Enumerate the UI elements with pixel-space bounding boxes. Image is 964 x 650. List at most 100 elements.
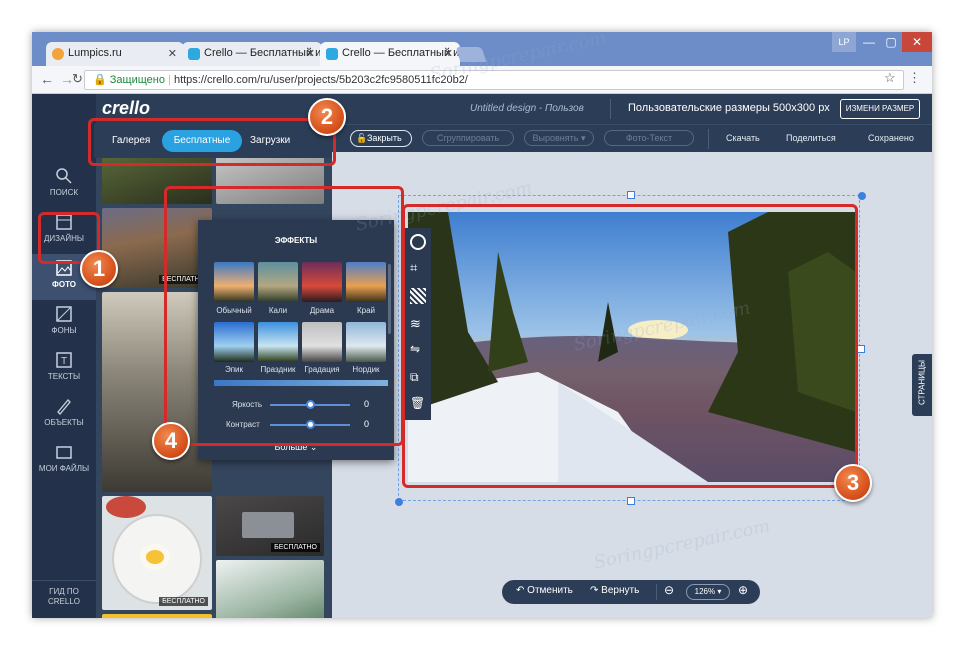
close-tab-icon[interactable]: ✕: [306, 47, 315, 60]
photo-thumb-yellow[interactable]: [102, 614, 212, 618]
tab-title: Crello — Бесплатный ин: [204, 47, 322, 59]
pages-tab[interactable]: СТРАНИЦЫ: [912, 354, 932, 416]
tab-title: Crello — Бесплатный ин: [342, 47, 460, 59]
filter-icon[interactable]: [410, 234, 426, 250]
filter-drama[interactable]: [302, 262, 342, 302]
copy-icon[interactable]: ⧉: [410, 370, 426, 386]
close-tab-icon[interactable]: ✕: [168, 47, 177, 60]
layers-icon[interactable]: ≋: [410, 316, 426, 332]
zoom-out-icon[interactable]: ⊖: [664, 583, 674, 597]
filter-label: Эпик: [224, 365, 244, 374]
filter-normal[interactable]: [214, 262, 254, 302]
step-badge-3: 3: [834, 464, 872, 502]
filter-label: Праздник: [260, 365, 296, 374]
rail-label: ТЕКСТЫ: [47, 372, 81, 381]
rail-item-my-files[interactable]: МОИ ФАЙЛЫ: [32, 438, 96, 484]
rotate-handle[interactable]: [395, 498, 403, 506]
filter-edge[interactable]: [346, 262, 386, 302]
zoom-in-icon[interactable]: ⊕: [738, 583, 748, 597]
close-tab-icon[interactable]: ✕: [444, 47, 453, 60]
crello-logo[interactable]: crello: [102, 98, 150, 119]
crello-favicon-icon: [326, 48, 338, 60]
step-badge-1: 1: [80, 250, 118, 288]
rail-item-designs[interactable]: ДИЗАЙНЫ: [32, 208, 96, 254]
redo-button[interactable]: ↷ Вернуть: [590, 585, 639, 596]
step-badge-4: 4: [152, 422, 190, 460]
tab-free[interactable]: Бесплатные: [162, 130, 242, 152]
photo-thumb-laptop[interactable]: БЕСПЛАТНО: [216, 496, 324, 556]
close-window-icon[interactable]: ✕: [902, 32, 932, 52]
filter-gradation[interactable]: [302, 322, 342, 362]
resize-button[interactable]: ИЗМЕНИ РАЗМЕР: [840, 99, 920, 119]
close-button[interactable]: 🔓 Закрыть: [350, 130, 412, 147]
objects-icon: [57, 399, 71, 415]
rail-item-search[interactable]: ПОИСК: [32, 162, 96, 208]
minimize-icon[interactable]: —: [858, 32, 880, 52]
filter-nordic[interactable]: [346, 322, 386, 362]
undo-label: Отменить: [527, 585, 573, 596]
undo-button[interactable]: ↶ Отменить: [516, 585, 573, 596]
contrast-label: Контраст: [226, 420, 260, 429]
photo-thumb-food[interactable]: БЕСПЛАТНО: [102, 496, 212, 610]
share-button[interactable]: Поделиться: [786, 133, 836, 143]
browser-menu-icon[interactable]: ⋮: [908, 70, 921, 86]
brightness-label: Яркость: [232, 400, 263, 409]
crop-icon[interactable]: ⌗: [410, 260, 426, 276]
reload-icon[interactable]: ↻: [72, 71, 83, 87]
photo-thumb[interactable]: [102, 292, 212, 492]
more-button[interactable]: Больше ⌄: [198, 442, 394, 453]
more-label: Больше: [274, 442, 308, 452]
transparency-icon[interactable]: [410, 288, 426, 304]
photo-text-button[interactable]: Фото-Текст: [604, 130, 694, 146]
rail-item-objects[interactable]: ОБЪЕКТЫ: [32, 392, 96, 438]
photo-thumb[interactable]: БЕСПЛАТНО: [102, 208, 212, 288]
download-button[interactable]: Скачать: [726, 133, 760, 143]
group-button[interactable]: Сгруппировать: [422, 130, 514, 146]
crello-guide-link[interactable]: ГИД ПО CRELLO: [36, 587, 92, 607]
browser-tab-crello-1[interactable]: Crello — Бесплатный ин ✕: [182, 42, 322, 66]
resize-handle[interactable]: [627, 191, 635, 199]
main-photo[interactable]: [408, 212, 856, 482]
filter-label: Край: [356, 306, 376, 315]
rail-label: ФОНЫ: [51, 326, 77, 335]
profile-badge[interactable]: LP: [832, 32, 856, 52]
size-label: Пользовательские размеры 500x300 px: [628, 102, 830, 114]
lock-icon: 🔒: [93, 74, 107, 86]
brightness-knob[interactable]: [306, 400, 315, 409]
rail-item-texts[interactable]: T ТЕКСТЫ: [32, 346, 96, 392]
contrast-knob[interactable]: [306, 420, 315, 429]
align-button[interactable]: Выровнять ▾: [524, 130, 594, 146]
resize-handle[interactable]: [627, 497, 635, 505]
effects-scrollbar[interactable]: [388, 264, 391, 334]
panel-tabs: Галерея Бесплатные Загрузки: [94, 124, 332, 158]
zoom-select[interactable]: 126% ▾: [686, 584, 730, 600]
trash-icon[interactable]: 🗑: [410, 396, 426, 412]
maximize-icon[interactable]: ▢: [880, 32, 902, 52]
tab-gallery[interactable]: Галерея: [112, 135, 150, 146]
rail-label: ДИЗАЙНЫ: [44, 234, 84, 243]
rotate-handle[interactable]: [858, 192, 866, 200]
filter-holiday[interactable]: [258, 322, 298, 362]
back-icon[interactable]: ←: [40, 71, 54, 87]
bookmark-star-icon[interactable]: ☆: [884, 70, 896, 86]
lumpics-favicon-icon: [52, 48, 64, 60]
rail-item-backgrounds[interactable]: ФОНЫ: [32, 300, 96, 346]
resize-handle[interactable]: [857, 345, 865, 353]
rail-label: ПОИСК: [49, 188, 79, 197]
browser-tab-lumpics[interactable]: Lumpics.ru ✕: [46, 42, 184, 66]
filter-kali[interactable]: [258, 262, 298, 302]
photo-thumb[interactable]: [216, 152, 324, 204]
brightness-value: 0: [364, 399, 370, 409]
tab-uploads[interactable]: Загрузки: [250, 135, 290, 146]
filter-row-peek: [214, 380, 388, 386]
text-icon: T: [56, 352, 72, 368]
design-title[interactable]: Untitled design - Пользов: [470, 103, 584, 114]
filter-label: Обычный: [216, 306, 252, 315]
photo-thumb-plants[interactable]: [216, 560, 324, 618]
align-label: Выровнять: [532, 133, 579, 143]
flip-icon[interactable]: ⇋: [410, 342, 426, 358]
crello-favicon-icon: [188, 48, 200, 60]
photo-thumb[interactable]: [102, 152, 212, 204]
filter-epic[interactable]: [214, 322, 254, 362]
url-field[interactable]: 🔒 Защищено | https://crello.com/ru/user/…: [84, 70, 904, 90]
